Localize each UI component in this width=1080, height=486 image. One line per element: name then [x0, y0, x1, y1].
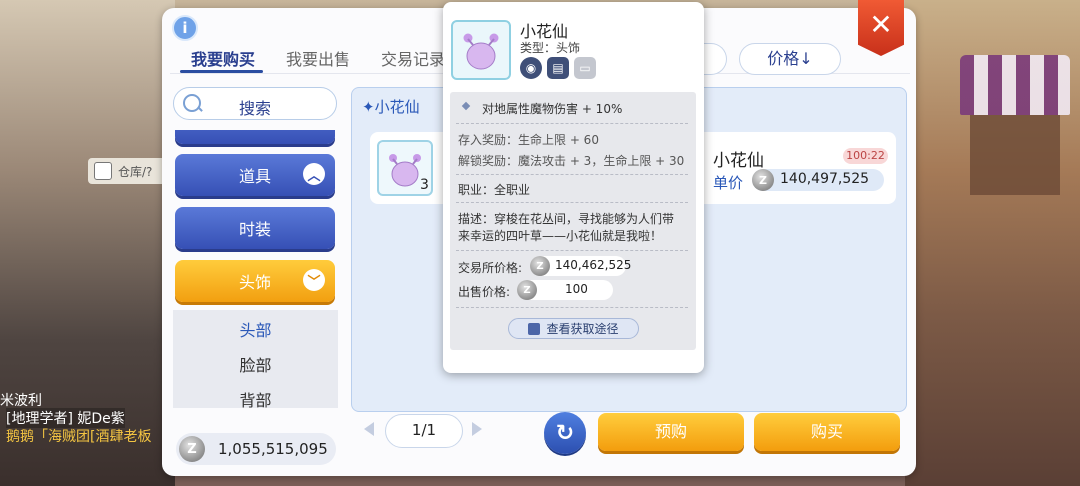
listing-title: ✦小花仙: [362, 98, 420, 116]
sell-price-label: 出售价格:: [458, 285, 511, 299]
listing-timer: 100:22: [843, 148, 888, 164]
warehouse-label: 仓库/?: [118, 164, 153, 179]
category-list[interactable]: 道具 ︿ 时装 头饰 ﹀ 头部 脸部 背部: [173, 130, 338, 408]
search-button[interactable]: 搜索: [173, 87, 337, 120]
market-stall: [970, 115, 1060, 195]
zeny-coin-icon: Z: [752, 169, 774, 191]
category-partial[interactable]: [175, 130, 335, 144]
zeny-coin-icon: Z: [179, 436, 205, 462]
zeny-coin-icon: Z: [517, 280, 537, 300]
hud-player-title: [地理学者] 妮De紫: [6, 408, 125, 428]
hud-guild-name: 鹅鹅「海贼团[酒肆老板: [6, 429, 152, 445]
info-icon[interactable]: i: [172, 15, 198, 41]
view-source-button[interactable]: 查看获取途径: [508, 318, 639, 339]
divider: [456, 250, 688, 251]
tooltip-desc-line1: 描述：穿梭在花丛间，寻找能够为人们带: [458, 212, 675, 226]
chevron-down-icon: ﹀: [303, 269, 325, 291]
item-name: 小花仙: [713, 151, 764, 171]
category-headwear[interactable]: 头饰 ﹀: [175, 260, 335, 302]
unit-price-value: 140,497,525: [780, 171, 870, 187]
hud-player-name: 米波利: [0, 393, 42, 409]
sort-price-button[interactable]: 价格↓: [739, 43, 841, 75]
category-label: 时装: [238, 220, 271, 239]
unit-price-label: 单价: [713, 174, 744, 192]
tab-sell[interactable]: 我要出售: [286, 46, 350, 70]
close-button[interactable]: ✕: [858, 0, 904, 56]
page-next-icon[interactable]: [472, 422, 482, 436]
chevron-up-icon: ︿: [303, 163, 325, 185]
search-label: 搜索: [238, 99, 271, 118]
source-icon: [528, 322, 541, 335]
category-items[interactable]: 道具 ︿: [175, 154, 335, 196]
zeny-coin-icon: Z: [530, 256, 550, 276]
divider: [456, 202, 688, 203]
sell-price-value: 100: [565, 282, 588, 296]
warehouse-icon: [94, 162, 112, 180]
tooltip-item-icon: [451, 20, 511, 80]
exchange-price-label: 交易所价格:: [458, 261, 523, 275]
flower-fairy-icon: [463, 33, 499, 70]
tooltip-desc-line2: 来幸运的四叶草——小花仙就是我啦！: [458, 229, 663, 243]
category-label: 道具: [238, 167, 271, 186]
tooltip-item-type: 类型：头饰: [520, 41, 581, 55]
unit-price-box: Z 140,497,525: [752, 169, 884, 191]
category-fashion[interactable]: 时装: [175, 207, 335, 249]
tooltip-unlock-reward: 解锁奖励：魔法攻击 + 3，生命上限 + 30: [458, 154, 685, 168]
view-source-label: 查看获取途径: [546, 322, 619, 336]
divider: [456, 307, 688, 308]
refresh-button[interactable]: ↻: [544, 412, 586, 454]
preorder-button[interactable]: 预购: [598, 413, 744, 451]
tooltip-effect: 对地属性魔物伤害 + 10%: [482, 102, 623, 116]
sell-price-box: Z 100: [517, 280, 613, 300]
category-label: 头饰: [238, 273, 271, 292]
subcategory-face[interactable]: 脸部: [173, 352, 338, 376]
exchange-price-value: 140,462,525: [555, 258, 632, 272]
refresh-icon: ↻: [555, 420, 575, 446]
subcategory-head[interactable]: 头部: [173, 317, 338, 341]
wallet-value: 1,055,515,095: [218, 440, 328, 458]
page-indicator[interactable]: 1/1: [385, 414, 463, 448]
tab-trade-records[interactable]: 交易记录: [381, 46, 445, 70]
wardrobe-icon[interactable]: ▭: [574, 57, 596, 79]
tab-buy[interactable]: 我要购买: [191, 46, 255, 70]
subcategory-back[interactable]: 背部: [173, 387, 338, 408]
subcategory-panel: 头部 脸部 背部: [173, 310, 338, 408]
close-icon: ✕: [869, 7, 893, 41]
tooltip-deposit-reward: 存入奖励：生命上限 + 60: [458, 133, 599, 147]
tooltip-job: 职业：全职业: [458, 183, 531, 197]
buy-button[interactable]: 购买: [754, 413, 900, 451]
preview-eye-icon[interactable]: ◉: [520, 57, 542, 79]
divider: [456, 174, 688, 175]
inspect-icon[interactable]: ▤: [547, 57, 569, 79]
item-quantity: 3: [420, 177, 429, 193]
divider: [456, 123, 688, 124]
market-awning: [960, 55, 1070, 115]
exchange-price-box: Z 140,462,525: [530, 256, 631, 276]
wallet-balance: Z 1,055,515,095: [176, 433, 336, 465]
page-prev-icon[interactable]: [364, 422, 374, 436]
